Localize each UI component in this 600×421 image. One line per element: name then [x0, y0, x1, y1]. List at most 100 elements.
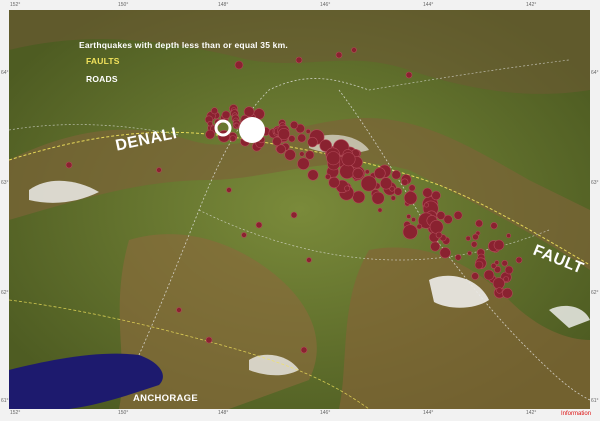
earthquake-marker: [297, 133, 307, 143]
earthquake-marker: [401, 178, 409, 186]
earthquake-marker: [300, 346, 308, 354]
tick-top-4: 146°: [320, 2, 331, 8]
earthquake-marker: [305, 128, 311, 134]
earthquake-marker: [290, 211, 298, 219]
earthquake-marker: [423, 202, 429, 208]
tick-right-3: 62°: [591, 290, 599, 296]
earthquake-marker: [467, 250, 472, 256]
earthquake-marker: [515, 256, 523, 264]
earthquake-marker: [211, 107, 219, 115]
earthquake-marker: [297, 157, 310, 170]
earthquake-marker: [506, 233, 511, 239]
mainshock-marker: [239, 117, 265, 143]
earthquake-marker: [341, 152, 356, 167]
earthquake-marker: [475, 219, 483, 228]
earthquake-marker: [229, 135, 237, 142]
earthquake-marker: [205, 336, 213, 344]
earthquake-marker: [307, 136, 318, 148]
earthquake-marker: [326, 151, 341, 166]
earthquake-marker: [335, 51, 343, 59]
earthquake-marker: [455, 254, 462, 261]
information-link[interactable]: Information: [561, 411, 591, 417]
earthquake-marker: [234, 60, 244, 70]
earthquake-marker: [352, 190, 366, 204]
earthquake-marker: [255, 221, 263, 229]
earthquake-marker: [284, 149, 296, 161]
tick-top-5: 144°: [423, 2, 434, 8]
earthquake-marker: [305, 150, 315, 160]
earthquake-marker: [490, 222, 498, 230]
earthquake-marker: [493, 239, 505, 251]
earthquake-marker: [380, 177, 393, 190]
tick-left-4: 61°: [1, 398, 9, 404]
earthquake-marker: [339, 163, 355, 179]
earthquake-marker: [431, 190, 441, 201]
tick-bottom-4: 146°: [320, 410, 331, 416]
earthquake-marker: [472, 233, 479, 241]
tick-bottom-2: 150°: [118, 410, 129, 416]
city-label-anchorage: ANCHORAGE: [133, 393, 198, 404]
earthquake-marker: [430, 241, 441, 252]
earthquake-marker: [373, 167, 386, 179]
earthquake-marker: [299, 151, 305, 157]
earthquake-marker: [207, 120, 213, 127]
earthquake-marker: [490, 262, 497, 269]
earthquake-marker: [360, 175, 377, 192]
earthquake-marker: [406, 214, 412, 219]
earthquake-marker: [277, 128, 290, 141]
tick-bottom-6: 142°: [526, 410, 537, 416]
earthquake-marker: [501, 260, 508, 267]
tick-top-6: 142°: [526, 2, 537, 8]
earthquake-marker: [344, 185, 350, 192]
earthquake-marker: [390, 195, 396, 201]
earthquake-marker: [352, 167, 364, 180]
shaded-relief-map: Earthquakes with depth less than or equa…: [9, 10, 590, 409]
earthquake-marker: [453, 210, 463, 220]
legend-roads: ROADS: [86, 74, 118, 84]
earthquake-marker: [205, 129, 215, 140]
earthquake-marker: [306, 257, 312, 263]
earthquake-marker: [364, 169, 370, 175]
tick-bottom-5: 144°: [423, 410, 434, 416]
earthquake-marker: [403, 191, 418, 205]
earthquake-marker: [391, 170, 401, 180]
earthquake-marker: [226, 187, 232, 193]
earthquake-marker: [377, 207, 383, 213]
earthquake-marker: [471, 272, 479, 280]
earthquake-marker: [402, 224, 418, 240]
earthquake-marker: [351, 47, 357, 53]
earthquake-marker: [411, 217, 416, 222]
tick-right-2: 63°: [591, 180, 599, 186]
earthquake-marker: [276, 144, 286, 154]
tick-left-3: 62°: [1, 290, 9, 296]
earthquake-marker: [483, 269, 495, 281]
earthquake-marker: [371, 191, 385, 205]
tick-top-2: 150°: [118, 2, 129, 8]
earthquake-marker: [394, 187, 403, 196]
earthquake-marker: [234, 122, 240, 128]
earthquake-marker: [221, 110, 231, 120]
legend-title: Earthquakes with depth less than or equa…: [79, 40, 288, 50]
tick-left-1: 64°: [1, 70, 9, 76]
earthquake-marker: [405, 71, 413, 79]
earthquake-marker: [176, 307, 182, 313]
tick-left-2: 63°: [1, 180, 9, 186]
tick-bottom-1: 152°: [10, 410, 21, 416]
earthquake-marker: [416, 223, 423, 230]
tick-bottom-3: 148°: [218, 410, 229, 416]
tick-right-1: 64°: [591, 70, 599, 76]
earthquake-marker: [496, 287, 503, 294]
earthquake-marker: [408, 184, 416, 192]
earthquake-marker: [295, 56, 303, 64]
earthquake-marker: [241, 232, 247, 238]
earthquake-marker: [307, 169, 319, 181]
tick-right-4: 61°: [591, 398, 599, 404]
tick-top-1: 152°: [10, 2, 21, 8]
earthquake-marker: [474, 260, 484, 270]
earthquake-marker: [422, 187, 433, 198]
earthquake-marker: [328, 176, 340, 189]
earthquake-marker: [324, 173, 331, 180]
earthquake-marker: [439, 247, 451, 259]
earthquake-marker: [435, 231, 443, 239]
earthquake-marker: [504, 265, 514, 275]
